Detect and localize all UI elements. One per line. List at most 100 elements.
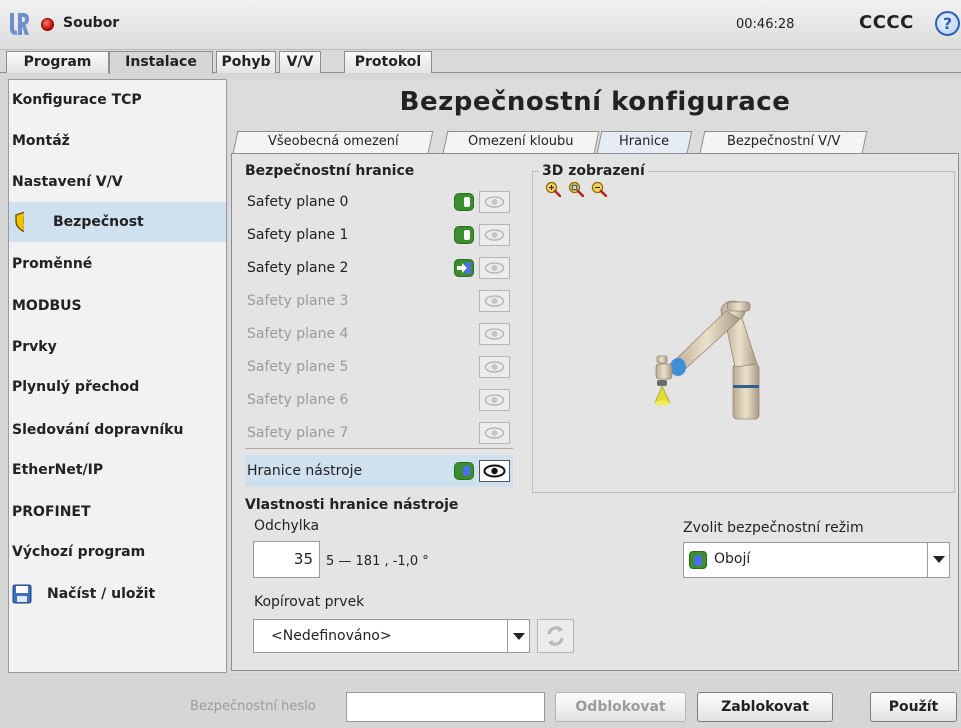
plane-trigger-reduced-icon[interactable]	[454, 259, 474, 277]
sidebar-item-smooth-transition[interactable]: Plynulý přechod	[9, 367, 226, 407]
deviation-range: 5 — 181 , -1,0 °	[326, 554, 429, 569]
help-icon[interactable]: ?	[935, 11, 960, 36]
plane-label: Safety plane 3	[247, 293, 349, 309]
apply-button[interactable]: Použít	[870, 692, 957, 722]
eye-icon	[484, 196, 505, 208]
plane-label: Safety plane 7	[247, 425, 349, 441]
sidebar-item-ethernet-ip[interactable]: EtherNet/IP	[9, 450, 226, 490]
eye-icon	[483, 464, 506, 478]
status-indicator-icon	[41, 18, 54, 31]
sidebar-item-label: Načíst / uložit	[47, 586, 156, 602]
copy-feature-label: Kopírovat prvek	[254, 594, 365, 610]
tab-move[interactable]: Pohyb	[216, 51, 276, 73]
eye-icon	[484, 229, 505, 241]
tab-io[interactable]: V/V	[279, 51, 321, 73]
copy-feature-dropdown[interactable]: <Nedefinováno>	[253, 619, 530, 653]
deviation-input[interactable]: 35	[253, 541, 320, 578]
visibility-eye-button[interactable]	[479, 356, 510, 378]
universal-robots-logo-icon	[10, 13, 29, 35]
sidebar-item-label: Proměnné	[12, 256, 93, 272]
file-menu[interactable]: Soubor	[63, 15, 119, 31]
tab-general-limits[interactable]: Všeobecná omezení	[232, 131, 434, 153]
safety-plane-row[interactable]: Safety plane 3	[245, 285, 513, 317]
plane-label: Safety plane 0	[247, 194, 349, 210]
tab-joint-limits[interactable]: Omezení kloubu	[442, 131, 600, 153]
boundaries-title: Bezpečnostní hranice	[245, 163, 415, 179]
sidebar-item-load-save[interactable]: Načíst / uložit	[9, 574, 226, 614]
view3d-panel[interactable]	[532, 171, 955, 493]
safety-plane-row[interactable]: Safety plane 5	[245, 351, 513, 383]
plane-label: Hranice nástroje	[247, 463, 363, 479]
footer: Bezpečnostní heslo Odblokovat Zablokovat…	[0, 683, 961, 728]
safety-plane-row[interactable]: Safety plane 0	[245, 186, 513, 218]
sidebar-item-label: Výchozí program	[12, 544, 146, 560]
sidebar-item-label: Plynulý přechod	[12, 379, 140, 395]
safety-mode-label: Zvolit bezpečnostní režim	[683, 520, 864, 536]
tab-installation[interactable]: Instalace	[109, 51, 213, 74]
tab-safety-io[interactable]: Bezpečnostní V/V	[699, 131, 868, 153]
floppy-disk-icon	[12, 584, 32, 604]
eye-icon	[484, 295, 505, 307]
deviation-label: Odchylka	[254, 518, 320, 534]
tool-boundary-toggle[interactable]	[454, 462, 474, 480]
refresh-button[interactable]	[537, 619, 574, 653]
divider	[245, 448, 513, 449]
sidebar-item-conveyor-tracking[interactable]: Sledování dopravníku	[9, 410, 226, 450]
visibility-eye-button[interactable]	[479, 224, 510, 246]
sidebar-item-safety[interactable]: Bezpečnost	[9, 202, 226, 242]
zoom-out-icon[interactable]	[591, 181, 607, 197]
sidebar-item-profinet[interactable]: PROFINET	[9, 492, 226, 532]
safety-plane-row[interactable]: Safety plane 4	[245, 318, 513, 350]
sidebar-item-label: Konfigurace TCP	[12, 92, 142, 108]
sidebar-item-features[interactable]: Prvky	[9, 327, 226, 367]
main-tab-bar: Program Instalace Pohyb V/V Protokol	[0, 50, 961, 74]
eye-icon	[484, 361, 505, 373]
page-title: Bezpečnostní konfigurace	[399, 87, 791, 117]
zoom-fit-icon[interactable]	[568, 181, 584, 197]
tab-program[interactable]: Program	[6, 51, 109, 73]
chevron-down-icon[interactable]	[507, 620, 529, 652]
visibility-eye-button[interactable]	[479, 257, 510, 279]
title-bar: Soubor 00:46:28 CCCC ?	[0, 0, 961, 50]
visibility-eye-button[interactable]	[479, 323, 510, 345]
sidebar-item-default-program[interactable]: Výchozí program	[9, 532, 226, 572]
sidebar-item-label: Prvky	[12, 339, 57, 355]
sidebar-item-tcp-config[interactable]: Konfigurace TCP	[9, 80, 226, 120]
main-panel: Bezpečnostní konfigurace Všeobecná omeze…	[229, 79, 961, 673]
unlock-button[interactable]: Odblokovat	[555, 692, 686, 722]
safety-plane-row[interactable]: Safety plane 2	[245, 252, 513, 284]
lock-button[interactable]: Zablokovat	[697, 692, 833, 722]
eye-icon	[484, 394, 505, 406]
eye-icon	[484, 262, 505, 274]
safety-plane-row[interactable]: Safety plane 7	[245, 417, 513, 449]
copy-feature-value: <Nedefinováno>	[271, 628, 392, 644]
sidebar-item-label: Nastavení V/V	[12, 174, 123, 190]
visibility-eye-button[interactable]	[479, 460, 510, 482]
visibility-eye-button[interactable]	[479, 191, 510, 213]
safety-tab-bar: Všeobecná omezení Omezení kloubu Hranice…	[229, 131, 961, 153]
tab-log[interactable]: Protokol	[344, 51, 432, 73]
visibility-eye-button[interactable]	[479, 389, 510, 411]
chevron-down-icon[interactable]	[927, 543, 949, 577]
safety-plane-row[interactable]: Safety plane 1	[245, 219, 513, 251]
zoom-in-icon[interactable]	[545, 181, 561, 197]
plane-enabled-toggle[interactable]	[454, 226, 474, 244]
tab-boundaries[interactable]: Hranice	[596, 131, 693, 153]
sidebar-item-modbus[interactable]: MODBUS	[9, 286, 226, 326]
safety-mode-value: Obojí	[714, 551, 751, 567]
safety-plane-row[interactable]: Safety plane 6	[245, 384, 513, 416]
sidebar-item-mounting[interactable]: Montáž	[9, 121, 226, 161]
plane-enabled-toggle[interactable]	[454, 193, 474, 211]
visibility-eye-button[interactable]	[479, 290, 510, 312]
eye-icon	[484, 328, 505, 340]
plane-label: Safety plane 6	[247, 392, 349, 408]
installation-sidebar: Konfigurace TCP Montáž Nastavení V/V Bez…	[8, 79, 227, 673]
sidebar-item-label: Sledování dopravníku	[12, 422, 184, 438]
tool-boundary-row[interactable]: Hranice nástroje	[245, 455, 513, 487]
view3d-title: 3D zobrazení	[539, 163, 648, 179]
safety-mode-dropdown[interactable]: Obojí	[683, 542, 950, 578]
sidebar-item-variables[interactable]: Proměnné	[9, 244, 226, 284]
password-input[interactable]	[346, 692, 545, 722]
sidebar-item-io-setup[interactable]: Nastavení V/V	[9, 162, 226, 202]
visibility-eye-button[interactable]	[479, 422, 510, 444]
